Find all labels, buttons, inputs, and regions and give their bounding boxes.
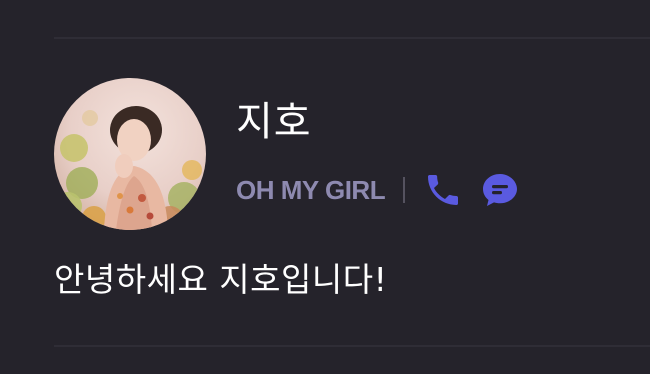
top-divider xyxy=(54,37,650,39)
profile-meta-row: OH MY GIRL xyxy=(236,168,521,212)
avatar[interactable] xyxy=(54,78,206,230)
profile-screen: 지호 OH MY GIRL 안녕하세요 지호입니다! xyxy=(0,0,650,374)
phone-icon xyxy=(428,175,459,205)
status-message: 안녕하세요 지호입니다! xyxy=(54,260,388,299)
chat-bubble-icon xyxy=(483,174,518,206)
group-name[interactable]: OH MY GIRL xyxy=(236,175,386,206)
profile-name: 지호 xyxy=(236,99,312,145)
chat-button[interactable] xyxy=(479,168,521,212)
bottom-divider xyxy=(54,345,650,347)
call-button[interactable] xyxy=(423,168,463,212)
meta-separator xyxy=(403,177,406,203)
